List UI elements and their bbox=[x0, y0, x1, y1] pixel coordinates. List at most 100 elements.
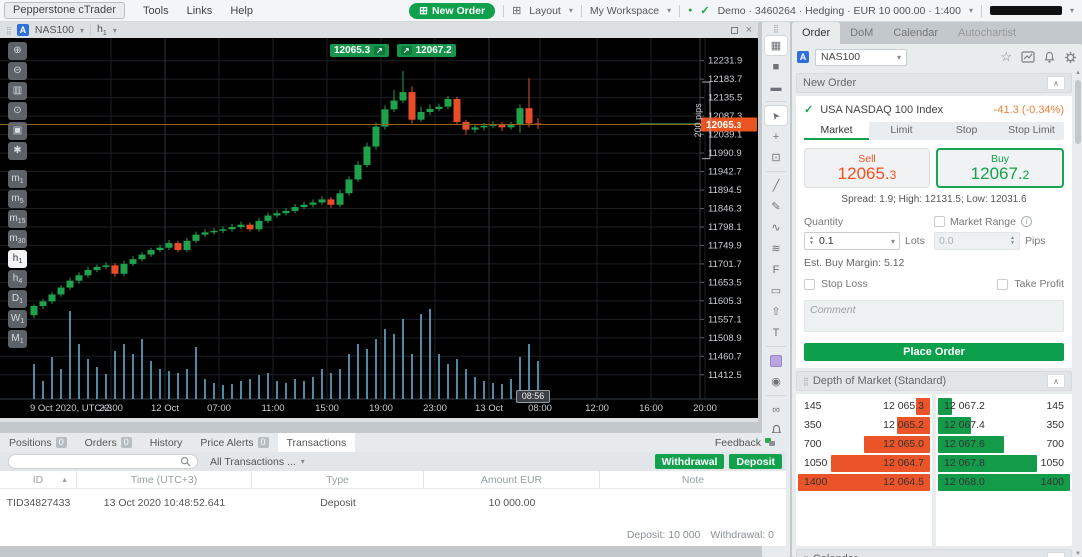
timeframe-h4-button[interactable]: h4 bbox=[8, 270, 27, 288]
bid-row[interactable]: 1050 12 064.7 bbox=[798, 454, 930, 473]
take-profit-checkbox[interactable] bbox=[997, 278, 1009, 290]
candlestick-chart[interactable]: 12231.912183.712135.512087.312039.111990… bbox=[0, 38, 758, 418]
crosshair-tool-icon[interactable]: + bbox=[765, 127, 787, 146]
collapse-chevron-icon[interactable]: ∧ bbox=[1047, 552, 1065, 557]
pattern-search-icon[interactable]: ∞ bbox=[765, 400, 787, 419]
collapse-chevron-icon[interactable]: ∧ bbox=[1047, 76, 1065, 90]
timeframe-m15-button[interactable]: m 15 bbox=[8, 210, 27, 228]
layout-single-icon[interactable]: ■ bbox=[765, 57, 787, 76]
close-icon[interactable]: × bbox=[746, 24, 752, 36]
tab-stop-limit[interactable]: Stop Limit bbox=[999, 122, 1064, 140]
quick-buy-button[interactable]: ↗ 12067.2 bbox=[396, 44, 456, 57]
search-box[interactable] bbox=[8, 454, 198, 469]
new-order-button[interactable]: ⊞ New Order bbox=[409, 2, 496, 19]
col-id[interactable]: ID ▲ bbox=[0, 471, 77, 488]
rectangle-tool-icon[interactable]: ▭ bbox=[765, 281, 787, 300]
table-row[interactable]: TID34827433 13 Oct 2020 10:48:52.641 Depos… bbox=[0, 489, 786, 517]
chart-canvas[interactable]: 12231.9 12183.7 12135.5 12087.3 12039.1 11990… bbox=[0, 38, 758, 418]
menu-tools[interactable]: Tools bbox=[143, 5, 169, 17]
scroll-down-icon[interactable]: ▼ bbox=[1074, 551, 1082, 557]
quantity-caret-icon[interactable]: ▾ bbox=[891, 237, 895, 246]
section-drag-handle[interactable]: ⣿ bbox=[803, 377, 809, 386]
layout-grid-icon[interactable]: ▦ bbox=[765, 36, 787, 55]
maximize-icon[interactable] bbox=[730, 26, 738, 34]
col-note[interactable]: Note bbox=[600, 471, 786, 488]
tab-autochartist[interactable]: Autochartist bbox=[948, 22, 1026, 44]
stop-loss-checkbox[interactable] bbox=[804, 278, 815, 290]
tab-stop[interactable]: Stop bbox=[934, 122, 999, 140]
quantity-stepper[interactable]: ▲ ▼ 0.1 ▾ bbox=[804, 232, 900, 250]
wave-tool-icon[interactable]: ∿ bbox=[765, 218, 787, 237]
ask-row[interactable]: 12 067.8 1050 bbox=[938, 454, 1070, 473]
chart-symbol-selector[interactable]: NAS100 bbox=[35, 24, 74, 36]
withdrawal-button[interactable]: Withdrawal bbox=[654, 454, 725, 469]
chart-timeframe-selector[interactable]: h1 bbox=[97, 23, 107, 37]
timeframe-m30-button[interactable]: m 30 bbox=[8, 230, 27, 248]
favorite-star-icon[interactable]: ☆ bbox=[1000, 49, 1012, 65]
quick-sell-button[interactable]: 12065.3 ↗ bbox=[330, 44, 389, 57]
symbol-select[interactable]: NAS100 ▾ bbox=[815, 48, 907, 66]
timeframe-caret-icon[interactable]: ▾ bbox=[113, 26, 117, 35]
layout-caret-icon[interactable]: ▾ bbox=[569, 6, 573, 15]
draw-tool-icon[interactable]: ✎ bbox=[765, 197, 787, 216]
tab-limit[interactable]: Limit bbox=[869, 122, 934, 140]
cursor-tool-icon[interactable]: ➤ bbox=[765, 106, 787, 125]
fibonacci-tool-icon[interactable]: F bbox=[765, 260, 787, 279]
user-name-redacted[interactable] bbox=[989, 6, 1062, 15]
buy-button[interactable]: Buy 12067.2 bbox=[936, 148, 1064, 188]
timeframe-h1-button[interactable]: h1 bbox=[8, 250, 27, 268]
zoom-out-button[interactable]: ⊖ bbox=[8, 62, 27, 80]
market-range-pips-input[interactable]: 0.0 ▲ ▼ bbox=[934, 232, 1020, 250]
tab-market[interactable]: Market bbox=[804, 122, 869, 140]
timeframe-m1-button[interactable]: m1 bbox=[8, 170, 27, 188]
zoom-in-button[interactable]: ⊕ bbox=[8, 42, 27, 60]
col-amount[interactable]: Amount EUR bbox=[424, 471, 600, 488]
timeframe-mn1-button[interactable]: M1 bbox=[8, 330, 27, 348]
channel-tool-icon[interactable]: ≋ bbox=[765, 239, 787, 258]
tab-dom[interactable]: DoM bbox=[840, 22, 883, 44]
time-zone-button[interactable]: ⊙ bbox=[8, 102, 27, 120]
account-selector[interactable]: Demo · 3460264 · Hedging · EUR 10 000.00… bbox=[718, 5, 961, 17]
symbol-caret-icon[interactable]: ▾ bbox=[80, 26, 84, 35]
menu-links[interactable]: Links bbox=[187, 5, 213, 17]
dom-ask-ladder[interactable]: 12 067.2 145 12 067.4 350 12 067.6 700 12 067.… bbox=[936, 394, 1072, 546]
app-menu-button[interactable]: Pepperstone cTrader bbox=[4, 2, 125, 19]
tab-transactions[interactable]: Transactions bbox=[277, 433, 356, 452]
panel-scrollbar[interactable]: ▲ ▼ bbox=[1074, 70, 1082, 557]
toolbar-drag-handle[interactable]: ⣿ bbox=[773, 24, 779, 33]
comment-input[interactable] bbox=[804, 300, 1064, 332]
bid-row[interactable]: 145 12 065.3 bbox=[798, 397, 930, 416]
layout-menu[interactable]: Layout bbox=[529, 5, 561, 17]
layout-rows-icon[interactable]: ▬ bbox=[765, 78, 787, 97]
ask-row[interactable]: 12 067.2 145 bbox=[938, 397, 1070, 416]
sentiment-icon[interactable] bbox=[1021, 51, 1035, 63]
scroll-up-icon[interactable]: ▲ bbox=[1074, 70, 1082, 76]
tab-price-alerts[interactable]: Price Alerts 0 bbox=[191, 433, 277, 452]
scrollbar-thumb[interactable] bbox=[1075, 80, 1081, 144]
info-icon[interactable]: i bbox=[1020, 216, 1032, 227]
sell-button[interactable]: Sell 12065.3 bbox=[804, 148, 930, 188]
feedback-link[interactable]: Feedback bbox=[715, 433, 786, 452]
stepper-arrows-icon[interactable]: ▲ ▼ bbox=[809, 236, 814, 246]
workspace-caret-icon[interactable]: ▾ bbox=[667, 6, 671, 15]
dom-header[interactable]: ⣿ Depth of Market (Standard) ∧ bbox=[796, 371, 1072, 391]
snapshot-button[interactable]: ▣ bbox=[8, 122, 27, 140]
ask-row[interactable]: 12 068.0 1400 bbox=[938, 473, 1070, 492]
bid-row[interactable]: 700 12 065.0 bbox=[798, 435, 930, 454]
ask-row[interactable]: 12 067.6 700 bbox=[938, 435, 1070, 454]
stepper-arrows-icon[interactable]: ▲ ▼ bbox=[1010, 236, 1015, 246]
text-tool-icon[interactable]: T bbox=[765, 323, 787, 342]
ask-row[interactable]: 12 067.4 350 bbox=[938, 416, 1070, 435]
bell-icon[interactable] bbox=[1044, 51, 1055, 64]
timeframe-w1-button[interactable]: W1 bbox=[8, 310, 27, 328]
arrow-tool-icon[interactable]: ⇧ bbox=[765, 302, 787, 321]
tab-orders[interactable]: Orders 0 bbox=[76, 433, 141, 452]
dot-tool-icon[interactable]: ◉ bbox=[765, 372, 787, 391]
transactions-filter[interactable]: All Transactions ... ▾ bbox=[210, 456, 305, 468]
market-range-checkbox[interactable] bbox=[934, 216, 945, 227]
trendline-tool-icon[interactable]: ╱ bbox=[765, 176, 787, 195]
tab-calendar[interactable]: Calendar bbox=[883, 22, 948, 44]
workspace-menu[interactable]: My Workspace bbox=[590, 5, 659, 17]
window-drag-handle[interactable]: ⣿ bbox=[6, 26, 12, 35]
timeframe-d1-button[interactable]: D1 bbox=[8, 290, 27, 308]
